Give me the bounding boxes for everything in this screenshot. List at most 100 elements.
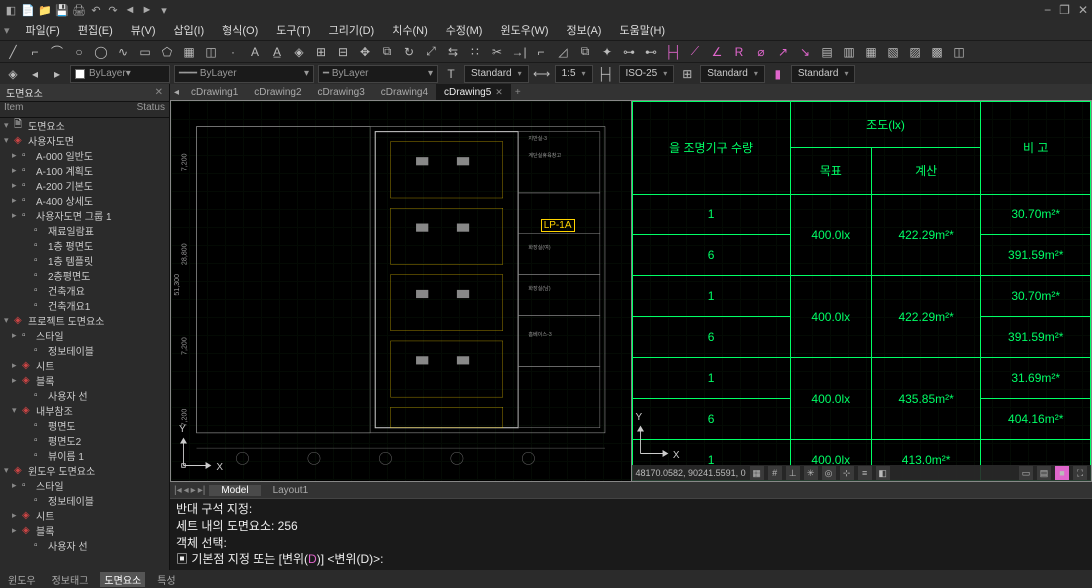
doc-tab-active[interactable]: cDrawing5✕ bbox=[436, 84, 511, 100]
viewport-right[interactable]: 을 조명기구 수량 조도(lx) 비 고 목표 계산 1400.0lx422.2… bbox=[632, 100, 1092, 482]
tab-nav-next-icon[interactable]: ▸ bbox=[191, 485, 196, 496]
tree-item[interactable]: ▫2층평면도 bbox=[0, 268, 169, 283]
viewcube-toggle[interactable]: ■ bbox=[1055, 466, 1069, 480]
tree-item[interactable]: ▸▫A-100 계획도 bbox=[0, 163, 169, 178]
menu-draw[interactable]: 그리기(D) bbox=[321, 20, 383, 40]
tree-item[interactable]: ▾◈윈도우 도면요소 bbox=[0, 463, 169, 478]
menu-modify[interactable]: 수정(M) bbox=[438, 20, 491, 40]
sidebar-close-icon[interactable]: ✕ bbox=[155, 87, 163, 98]
tree-item[interactable]: ▫1층 평면도 bbox=[0, 238, 169, 253]
prop-prev-icon[interactable]: ◂ bbox=[26, 65, 44, 83]
explode-icon[interactable]: ✦ bbox=[598, 43, 616, 61]
back-icon[interactable]: ◄ bbox=[123, 3, 137, 17]
lineweight-combo[interactable]: ━ ByLayer▾ bbox=[318, 65, 438, 83]
tab-nav-first-icon[interactable]: |◂ bbox=[174, 485, 182, 496]
status-tab-infotag[interactable]: 정보태그 bbox=[48, 572, 93, 587]
join-icon[interactable]: ⊶ bbox=[620, 43, 638, 61]
mlstyle-combo[interactable]: Standard▾ bbox=[791, 65, 856, 83]
spline-icon[interactable]: ∿ bbox=[114, 43, 132, 61]
arc-icon[interactable]: ⌒ bbox=[48, 43, 66, 61]
tree-item[interactable]: ▸▫사용자도면 그룹 1 bbox=[0, 208, 169, 223]
close-icon[interactable]: ✕ bbox=[1078, 3, 1088, 17]
hatch-icon[interactable]: ▦ bbox=[180, 43, 198, 61]
dim-ord-icon[interactable]: ↗ bbox=[774, 43, 792, 61]
prop-layer-icon[interactable]: ◈ bbox=[4, 65, 22, 83]
mlstyle-icon[interactable]: ▮ bbox=[769, 65, 787, 83]
open-icon[interactable]: 📁 bbox=[38, 3, 52, 17]
insert-icon[interactable]: ⊞ bbox=[312, 43, 330, 61]
element-tree[interactable]: ▾🗎도면요소 ▾◈사용자도면▸▫A-000 일반도▸▫A-100 계획도▸▫A-… bbox=[0, 118, 169, 570]
tree-item[interactable]: ▸▫A-200 기본도 bbox=[0, 178, 169, 193]
point-icon[interactable]: · bbox=[224, 43, 242, 61]
redo-icon[interactable]: ↷ bbox=[106, 3, 120, 17]
dim-radius-icon[interactable]: R bbox=[730, 43, 748, 61]
status-tab-window[interactable]: 윈도우 bbox=[4, 572, 40, 587]
dimscale-icon[interactable]: ⟷ bbox=[533, 65, 551, 83]
polyline-icon[interactable]: ⌐ bbox=[26, 43, 44, 61]
layer6-icon[interactable]: ▩ bbox=[928, 43, 946, 61]
tree-item[interactable]: ▸▫스타일 bbox=[0, 478, 169, 493]
tree-item[interactable]: ▫정보테이블 bbox=[0, 493, 169, 508]
array-icon[interactable]: ∷ bbox=[466, 43, 484, 61]
minimize-icon[interactable]: − bbox=[1044, 3, 1051, 17]
linetype-combo[interactable]: ━━━ ByLayer▾ bbox=[174, 65, 314, 83]
tree-item[interactable]: ▫정보테이블 bbox=[0, 343, 169, 358]
tree-item[interactable]: ▫평면도2 bbox=[0, 433, 169, 448]
status-tab-properties[interactable]: 특성 bbox=[153, 572, 179, 587]
mirror-icon[interactable]: ⇆ bbox=[444, 43, 462, 61]
chamfer-icon[interactable]: ◿ bbox=[554, 43, 572, 61]
layer4-icon[interactable]: ▧ bbox=[884, 43, 902, 61]
layeriso-icon[interactable]: ◫ bbox=[950, 43, 968, 61]
grid-toggle[interactable]: # bbox=[768, 466, 782, 480]
tree-item[interactable]: ▫평면도 bbox=[0, 418, 169, 433]
tab-nav-prev-icon[interactable]: ◂ bbox=[184, 485, 189, 496]
viewport-left[interactable]: 7,200 28,800 7,200 51,300 7,200 지반실-3 계단… bbox=[170, 100, 632, 482]
ellipse-icon[interactable]: ◯ bbox=[92, 43, 110, 61]
save-icon[interactable]: 💾 bbox=[55, 3, 69, 17]
fillet-icon[interactable]: ⌐ bbox=[532, 43, 550, 61]
tree-item[interactable]: ▸▫A-000 일반도 bbox=[0, 148, 169, 163]
status-tab-elements[interactable]: 도면요소 bbox=[100, 572, 145, 587]
model-toggle[interactable]: ▭ bbox=[1019, 466, 1033, 480]
tree-item[interactable]: ▫재료일람표 bbox=[0, 223, 169, 238]
menu-insert[interactable]: 삽입(I) bbox=[166, 20, 213, 40]
textstyle-icon[interactable]: T bbox=[442, 65, 460, 83]
menu-window[interactable]: 윈도우(W) bbox=[492, 20, 556, 40]
print-icon[interactable]: 🖨 bbox=[72, 3, 86, 17]
textstyle-combo[interactable]: Standard▾ bbox=[464, 65, 529, 83]
dimstyle-combo[interactable]: ISO-25▾ bbox=[619, 65, 675, 83]
layer5-icon[interactable]: ▨ bbox=[906, 43, 924, 61]
tree-item[interactable]: ▫사용자 선 bbox=[0, 388, 169, 403]
trim-icon[interactable]: ✂ bbox=[488, 43, 506, 61]
tree-item[interactable]: ▸▫스타일 bbox=[0, 328, 169, 343]
menu-dimension[interactable]: 치수(N) bbox=[384, 20, 436, 40]
doc-tab-add-icon[interactable]: + bbox=[511, 84, 525, 100]
tree-item[interactable]: ▸◈시트 bbox=[0, 358, 169, 373]
menu-info[interactable]: 정보(A) bbox=[559, 20, 610, 40]
doc-tab[interactable]: cDrawing3 bbox=[310, 84, 373, 100]
osnap-toggle[interactable]: ◎ bbox=[822, 466, 836, 480]
copy-icon[interactable]: ⧉ bbox=[378, 43, 396, 61]
more-icon[interactable]: ▾ bbox=[157, 3, 171, 17]
menu-edit[interactable]: 편집(E) bbox=[70, 20, 121, 40]
fwd-icon[interactable]: ► bbox=[140, 3, 154, 17]
tree-item[interactable]: ▸◈블록 bbox=[0, 373, 169, 388]
move-icon[interactable]: ✥ bbox=[356, 43, 374, 61]
tree-item[interactable]: ▾◈사용자도면 bbox=[0, 133, 169, 148]
tree-item[interactable]: ▸◈블록 bbox=[0, 523, 169, 538]
leader-icon[interactable]: ↘ bbox=[796, 43, 814, 61]
dim-angular-icon[interactable]: ∠ bbox=[708, 43, 726, 61]
tree-item[interactable]: ▫건축개요 bbox=[0, 283, 169, 298]
block-icon[interactable]: ◈ bbox=[290, 43, 308, 61]
polygon-icon[interactable]: ⬠ bbox=[158, 43, 176, 61]
dim-linear-icon[interactable]: ├┤ bbox=[664, 43, 682, 61]
line-icon[interactable]: ╱ bbox=[4, 43, 22, 61]
snap-toggle[interactable]: ▦ bbox=[750, 466, 764, 480]
tablestyle-combo[interactable]: Standard▾ bbox=[700, 65, 765, 83]
tree-item[interactable]: ▸◈시트 bbox=[0, 508, 169, 523]
extend-icon[interactable]: →| bbox=[510, 43, 528, 61]
dim-diameter-icon[interactable]: ⌀ bbox=[752, 43, 770, 61]
menu-tools[interactable]: 도구(T) bbox=[268, 20, 318, 40]
tablestyle-icon[interactable]: ⊞ bbox=[678, 65, 696, 83]
tree-item[interactable]: ▾◈프로젝트 도면요소 bbox=[0, 313, 169, 328]
